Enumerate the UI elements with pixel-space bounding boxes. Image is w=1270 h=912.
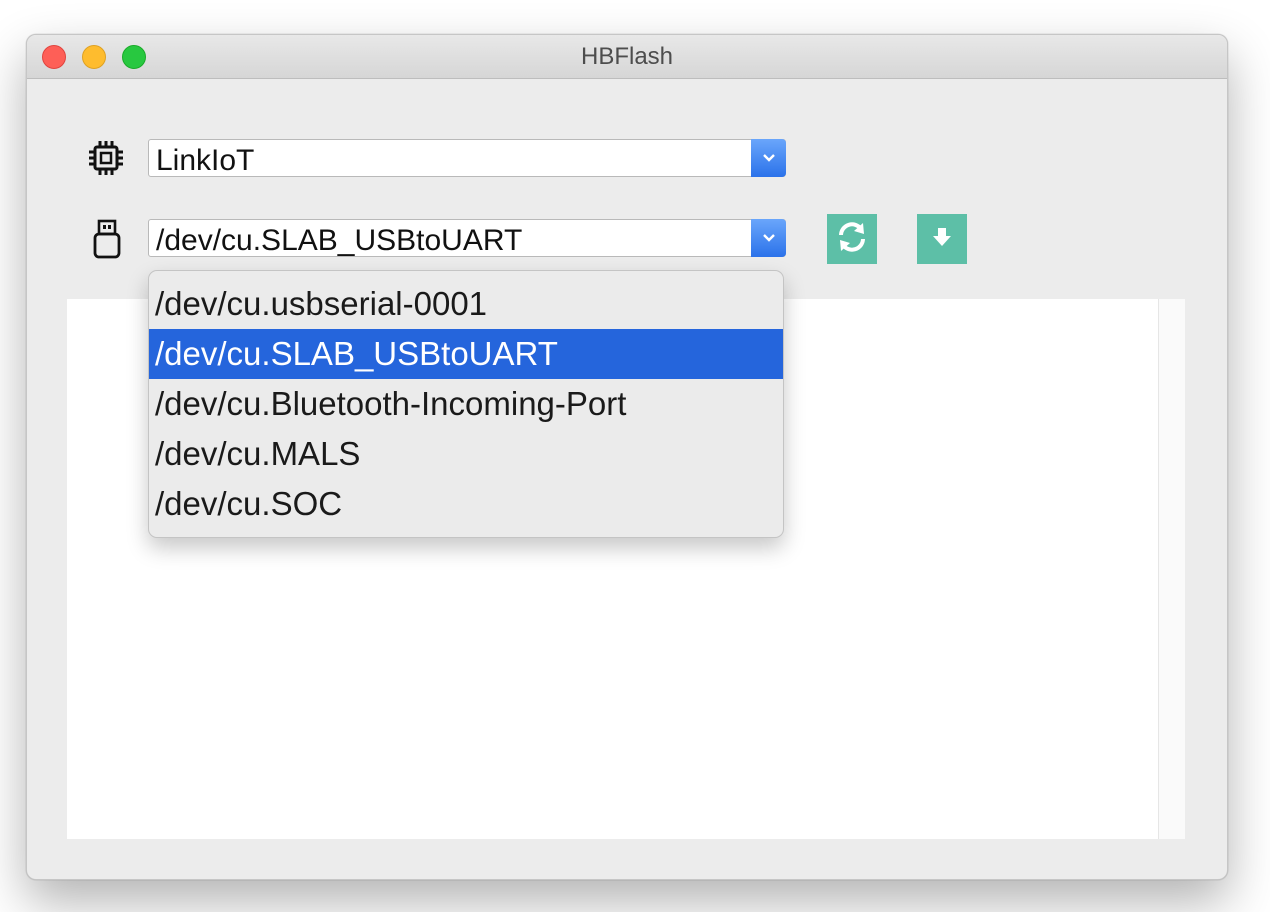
- port-select-value: /dev/cu.SLAB_USBtoUART: [156, 224, 523, 257]
- port-option-selected[interactable]: /dev/cu.SLAB_USBtoUART: [149, 329, 783, 379]
- chevron-down-icon[interactable]: [751, 139, 786, 177]
- app-window: HBFlash LinkIoT /dev/cu.SLAB_USBtoUART /…: [26, 34, 1228, 880]
- chip-icon: [87, 139, 125, 182]
- flash-download-button[interactable]: [917, 214, 967, 264]
- port-option[interactable]: /dev/cu.SOC: [149, 479, 783, 529]
- chevron-down-icon[interactable]: [751, 219, 786, 257]
- refresh-ports-button[interactable]: [827, 214, 877, 264]
- download-icon: [930, 225, 954, 254]
- refresh-icon: [834, 219, 870, 260]
- port-option[interactable]: /dev/cu.Bluetooth-Incoming-Port: [149, 379, 783, 429]
- board-select[interactable]: LinkIoT: [148, 139, 786, 177]
- title-bar[interactable]: HBFlash: [27, 35, 1227, 79]
- log-scrollbar[interactable]: [1158, 299, 1185, 839]
- usb-drive-icon: [91, 219, 123, 264]
- window-title: HBFlash: [580, 43, 674, 70]
- port-dropdown-menu: /dev/cu.usbserial-0001 /dev/cu.SLAB_USBt…: [148, 270, 784, 538]
- port-option[interactable]: /dev/cu.usbserial-0001: [149, 279, 783, 329]
- port-option[interactable]: /dev/cu.MALS: [149, 429, 783, 479]
- port-select[interactable]: /dev/cu.SLAB_USBtoUART: [148, 219, 786, 257]
- board-select-value: LinkIoT: [156, 144, 255, 177]
